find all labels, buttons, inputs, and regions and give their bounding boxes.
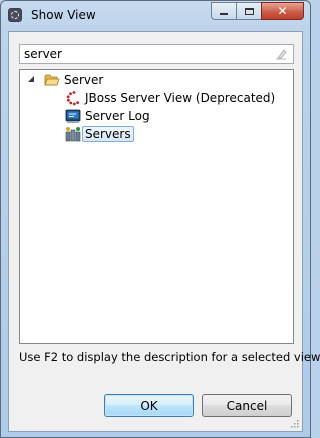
window-title: Show View [31,8,96,22]
close-button[interactable]: ✕ [261,2,304,20]
minimize-button[interactable] [211,2,237,20]
filter-input-value: server [24,47,62,61]
clear-filter-icon[interactable] [275,48,287,60]
window-controls: ✕ [211,2,304,20]
maximize-icon [244,7,254,15]
view-tree[interactable]: Server JBoss Server View (Deprecated) Se… [19,69,294,344]
dialog-body: server Server JBoss Server View (Depreca… [8,31,320,432]
show-view-dialog: Show View ✕ server Server JBoss Server V… [0,0,320,438]
tree-item-label: JBoss Server View (Deprecated) [85,91,276,105]
maximize-button[interactable] [236,2,262,20]
jboss-dots-icon [66,91,79,106]
eclipse-app-icon [8,8,22,22]
servers-icon [65,127,81,142]
collapse-triangle-icon[interactable] [28,76,35,83]
tree-item-servers[interactable]: Servers [65,125,134,143]
resize-grip-icon[interactable] [289,418,299,428]
tree-category-label: Server [64,73,104,87]
title-bar[interactable]: Show View ✕ [1,1,310,31]
filter-input[interactable]: server [19,44,294,64]
minimize-icon [220,13,228,15]
ok-button[interactable]: OK [104,394,194,417]
open-folder-icon [44,74,60,86]
cancel-button[interactable]: Cancel [202,394,292,417]
server-log-icon [65,109,81,123]
close-icon: ✕ [277,4,288,18]
tree-item-server-log[interactable]: Server Log [65,107,150,125]
description-hint: Use F2 to display the description for a … [19,350,320,364]
tree-item-jboss-server-view[interactable]: JBoss Server View (Deprecated) [65,89,275,107]
tree-category-server[interactable]: Server [44,71,103,89]
tree-item-label: Server Log [85,109,150,123]
tree-item-label: Servers [82,126,134,142]
